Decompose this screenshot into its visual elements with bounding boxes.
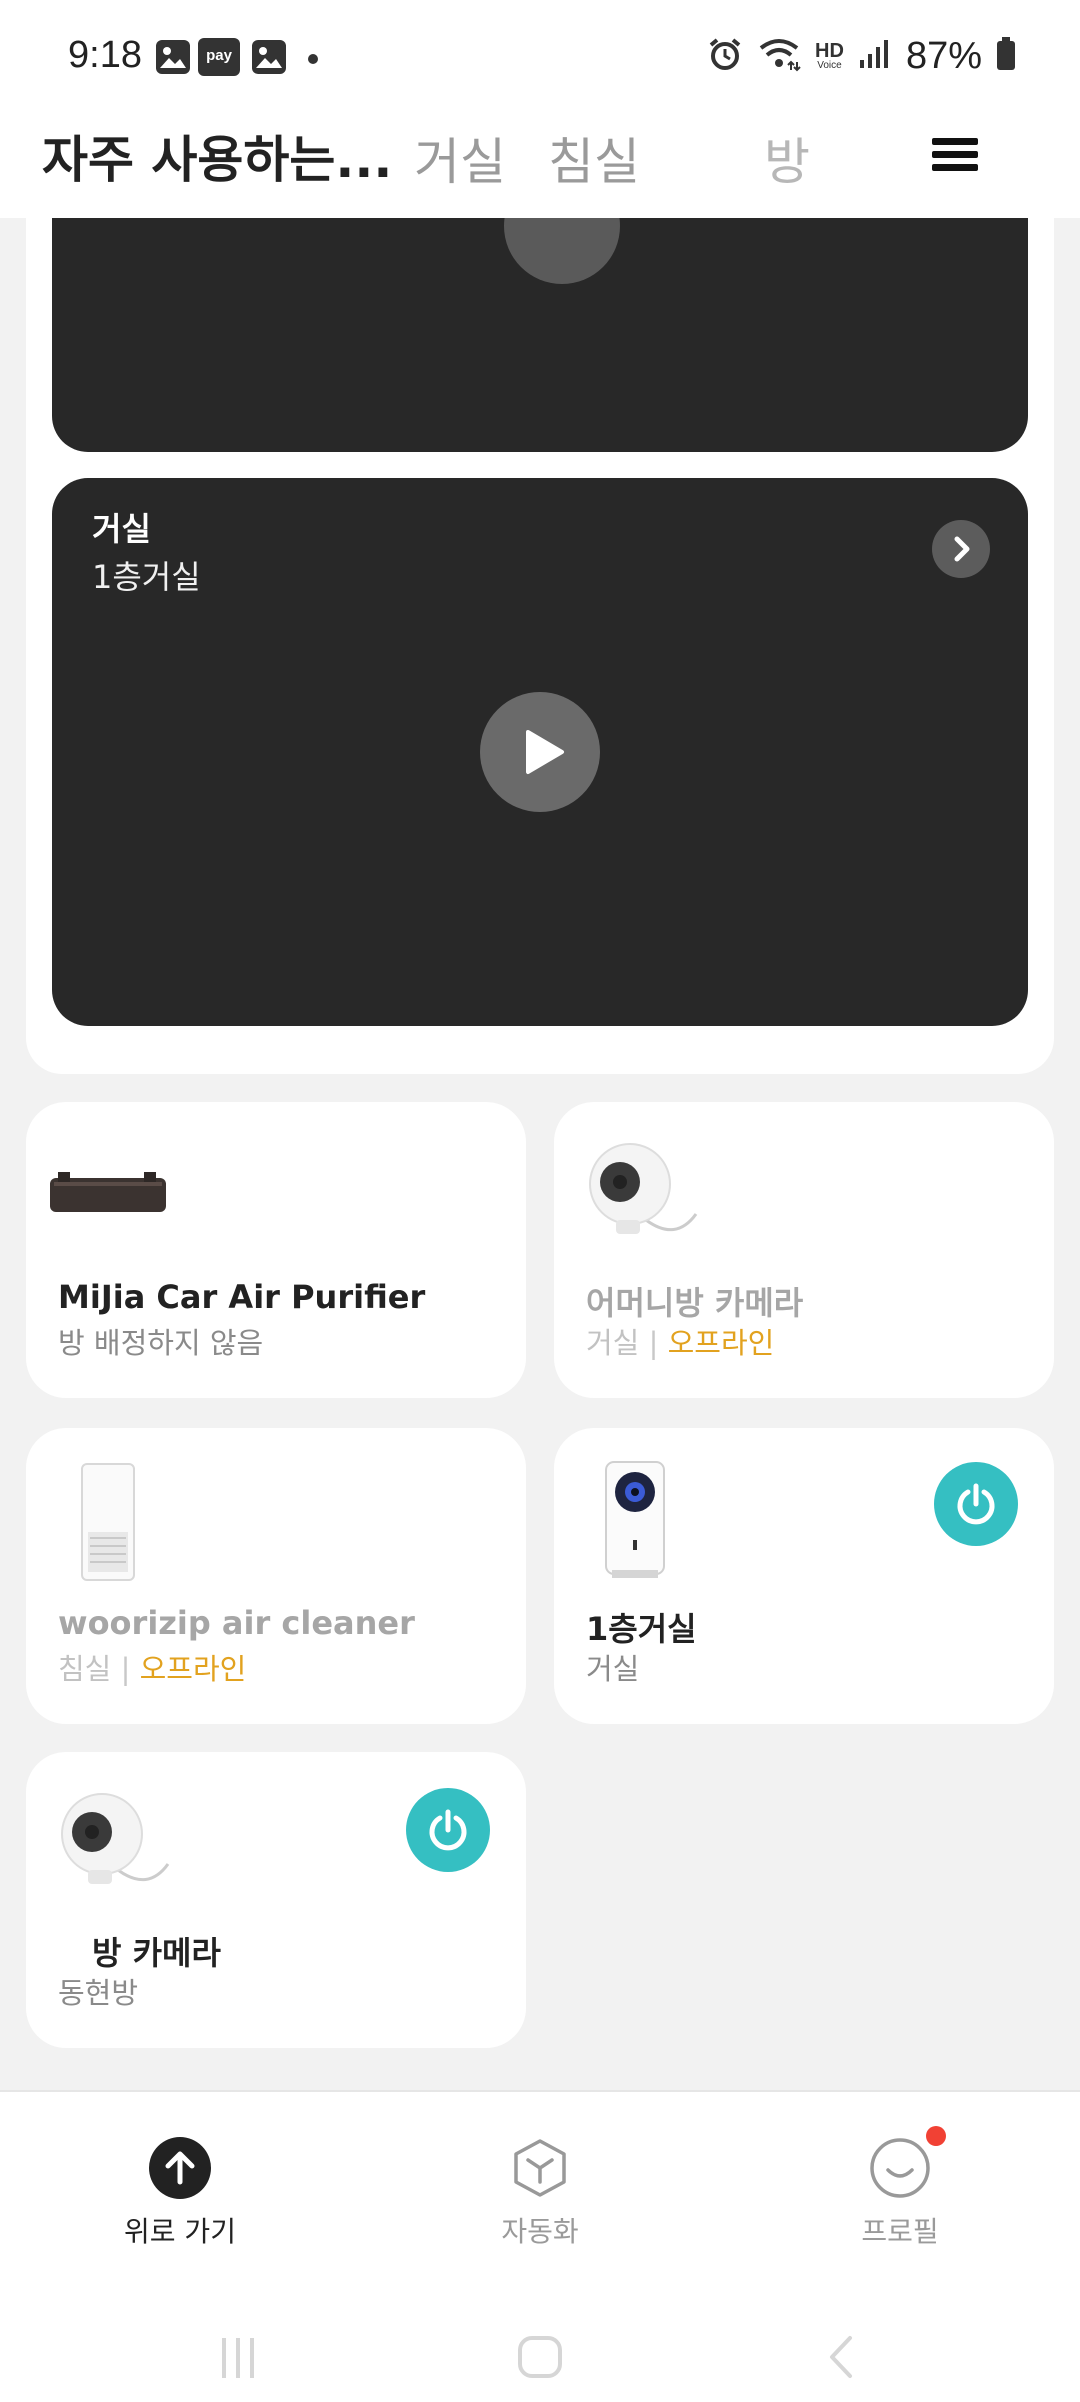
nav-automation[interactable]: 자동화 xyxy=(420,2136,660,2250)
automation-cube-icon xyxy=(508,2136,572,2200)
alarm-icon xyxy=(707,36,743,76)
tab-living-room[interactable]: 거실 xyxy=(414,122,506,194)
camera-device-name: 1층거실 xyxy=(92,558,201,596)
nav-profile[interactable]: 프로필 xyxy=(780,2126,1020,2250)
wifi-icon xyxy=(757,36,801,76)
camera-room-title: 거실 xyxy=(92,510,151,548)
status-time: 9:18 xyxy=(68,34,142,76)
power-button[interactable] xyxy=(934,1462,1018,1546)
camera-section: 거실 1층거실 xyxy=(26,218,1054,1074)
device-name: 1층거실 xyxy=(586,1610,697,1648)
tab-frequently-used[interactable]: 자주 사용하는... xyxy=(42,120,392,192)
device-card[interactable]: 어머니방 카메라 거실 | 오프라인 xyxy=(554,1102,1054,1398)
arrow-up-icon xyxy=(148,2136,212,2200)
offline-status: 오프라인 xyxy=(667,1326,775,1360)
separator: | xyxy=(639,1326,668,1360)
signal-icon xyxy=(858,38,892,74)
status-bar: 9:18 pay HD Voice 87% xyxy=(0,0,1080,118)
room-tab-bar: 자주 사용하는... 거실 침실 방 xyxy=(0,118,1080,218)
pay-icon: pay xyxy=(198,38,240,76)
device-room: 방 배정하지 않음 xyxy=(58,1326,264,1360)
back-icon[interactable] xyxy=(812,2332,872,2382)
battery-percentage: 87% xyxy=(905,34,982,77)
device-room: 침실 | 오프라인 xyxy=(58,1652,247,1686)
device-card[interactable]: woorizip air cleaner 침실 | 오프라인 xyxy=(26,1428,526,1724)
device-room: 거실 xyxy=(586,1652,640,1686)
home-icon[interactable] xyxy=(510,2332,570,2382)
recent-apps-icon[interactable] xyxy=(208,2332,268,2382)
device-card[interactable]: 1층거실 거실 xyxy=(554,1428,1054,1724)
status-right-group: HD Voice 87% xyxy=(707,34,1016,78)
camera-feed-card[interactable]: 거실 1층거실 xyxy=(52,478,1028,1026)
device-card[interactable]: MiJia Car Air Purifier 방 배정하지 않음 xyxy=(26,1102,526,1398)
air-cleaner-image xyxy=(78,1462,138,1586)
tab-fade-overlay xyxy=(840,118,900,218)
gallery-icon xyxy=(156,40,190,74)
battery-icon xyxy=(996,37,1016,75)
device-name: MiJia Car Air Purifier xyxy=(58,1278,426,1316)
device-name: woorizip air cleaner xyxy=(58,1604,415,1642)
hamburger-menu-icon[interactable] xyxy=(930,130,980,180)
offline-status: 오프라인 xyxy=(139,1652,247,1686)
power-button[interactable] xyxy=(406,1788,490,1872)
gallery-icon xyxy=(252,40,286,74)
nav-label: 자동화 xyxy=(501,2215,579,2248)
device-room: 동현방 xyxy=(58,1976,139,2010)
separator: | xyxy=(111,1652,140,1686)
device-name: 어머니방 카메라 xyxy=(586,1284,804,1322)
profile-smile-icon xyxy=(868,2126,946,2200)
notification-badge xyxy=(926,2126,946,2146)
notification-dot-icon xyxy=(308,54,318,64)
round-camera-image xyxy=(586,1142,716,1246)
device-room: 거실 | 오프라인 xyxy=(586,1326,775,1360)
device-card[interactable]: 방 카메라 동현방 xyxy=(26,1752,526,2048)
chevron-right-icon[interactable] xyxy=(932,520,990,578)
bottom-navigation: 위로 가기 자동화 프로필 xyxy=(0,2090,1080,2402)
nav-label: 프로필 xyxy=(861,2215,939,2248)
tab-partial-room[interactable]: 방 xyxy=(764,122,810,194)
car-air-purifier-image xyxy=(48,1170,168,1218)
play-icon[interactable] xyxy=(504,218,620,284)
hd-voice-icon: HD Voice xyxy=(815,40,844,71)
play-icon[interactable] xyxy=(480,692,600,812)
round-camera-image xyxy=(58,1792,188,1896)
tab-bedroom[interactable]: 침실 xyxy=(548,122,640,194)
nav-scroll-top[interactable]: 위로 가기 xyxy=(60,2136,300,2250)
nav-label: 위로 가기 xyxy=(124,2215,236,2248)
box-camera-image xyxy=(600,1458,670,1586)
device-name: 방 카메라 xyxy=(92,1934,221,1972)
camera-feed-card[interactable] xyxy=(52,218,1028,452)
